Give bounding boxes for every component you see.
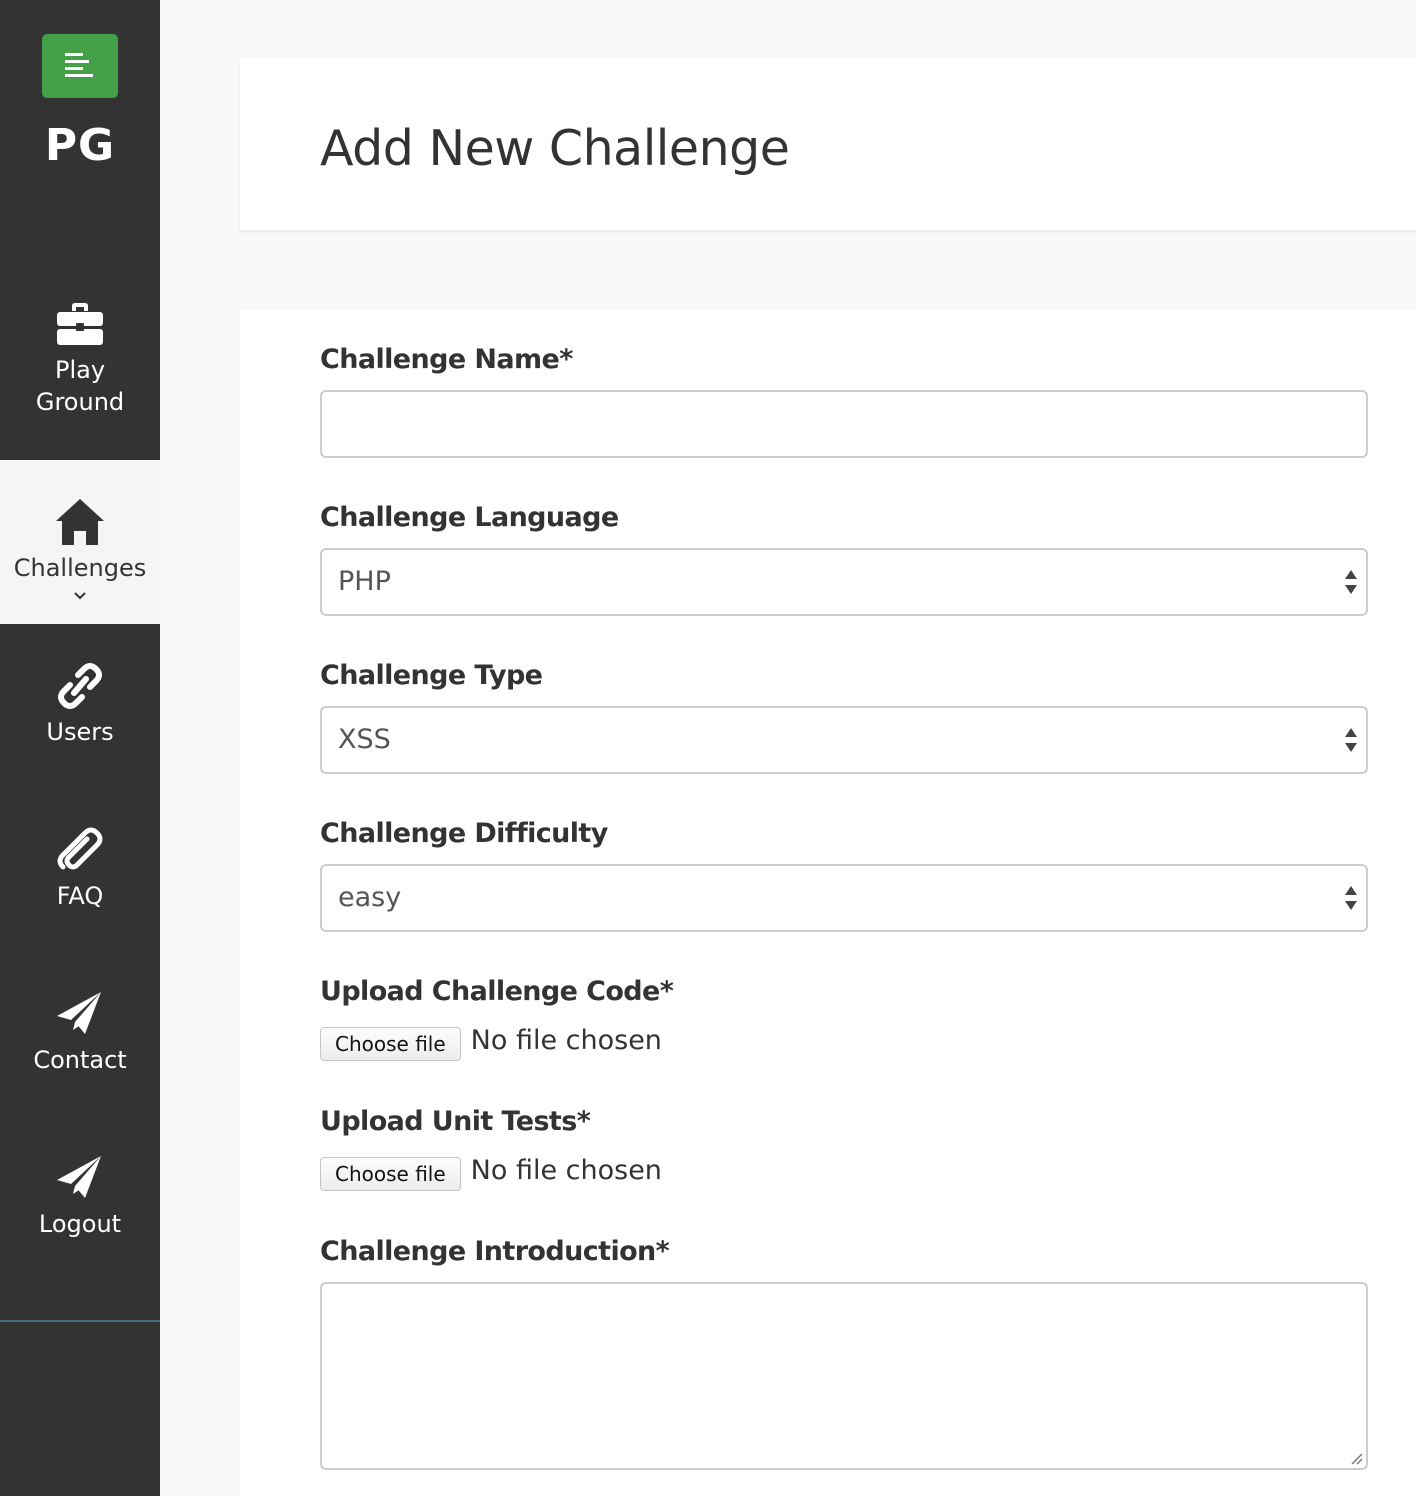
upload-tests-label: Upload Unit Tests* [320,1106,591,1137]
sidebar: PG Play Ground Challenges Users FAQ Cont… [0,0,160,1496]
sidebar-item-label: Play [54,356,106,384]
challenge-type-label: Challenge Type [320,660,543,691]
sidebar-item-label: Challenges [13,554,147,582]
challenge-name-label: Challenge Name* [320,344,573,375]
upload-code-field: Choose file No file chosen [320,1024,662,1062]
sidebar-divider [0,1320,160,1322]
upload-tests-field: Choose file No file chosen [320,1154,662,1192]
challenge-language-select[interactable]: PHP [320,548,1368,616]
challenge-intro-textarea[interactable] [320,1282,1368,1470]
challenge-type-select[interactable]: XSS [320,706,1368,774]
sidebar-item-playground[interactable]: Play Ground [0,300,160,418]
challenge-intro-label: Challenge Introduction* [320,1236,670,1267]
page-title: Add New Challenge [320,120,790,177]
sidebar-item-label: Ground [35,388,125,416]
choose-code-file-button[interactable]: Choose file [320,1027,461,1061]
upload-code-status: No file chosen [470,1024,662,1056]
challenge-difficulty-value: easy [338,882,402,913]
briefcase-icon [57,300,103,348]
brand-name[interactable]: PG [0,120,160,171]
sidebar-item-label: Users [46,718,114,746]
challenge-language-value: PHP [338,566,391,597]
select-arrows-icon [1345,886,1357,910]
link-icon [58,662,102,710]
paper-plane-icon [57,990,103,1038]
page-header: Add New Challenge [240,58,1416,230]
resize-handle-icon[interactable] [1348,1450,1364,1466]
challenge-difficulty-select[interactable]: easy [320,864,1368,932]
choose-tests-file-button[interactable]: Choose file [320,1157,461,1191]
select-arrows-icon [1345,570,1357,594]
sidebar-item-contact[interactable]: Contact [0,990,160,1076]
challenge-type-value: XSS [338,724,391,755]
select-arrows-icon [1345,728,1357,752]
upload-tests-status: No file chosen [470,1154,662,1186]
upload-code-label: Upload Challenge Code* [320,976,674,1007]
sidebar-item-label: Logout [38,1210,122,1238]
challenge-language-label: Challenge Language [320,502,619,533]
sidebar-item-logout[interactable]: Logout [0,1154,160,1240]
challenge-form: Challenge Name* Challenge Language PHP C… [240,310,1416,1496]
sidebar-item-label: Contact [33,1046,127,1074]
logo-icon[interactable] [42,34,118,98]
text-align-icon [65,53,93,77]
sidebar-item-challenges[interactable]: Challenges [0,460,160,624]
paper-plane-icon [57,1154,103,1202]
challenge-name-input[interactable] [320,390,1368,458]
challenge-difficulty-label: Challenge Difficulty [320,818,608,849]
chevron-down-icon [73,586,87,605]
paperclip-icon [57,826,103,874]
sidebar-item-faq[interactable]: FAQ [0,826,160,912]
home-icon [56,498,104,546]
sidebar-item-users[interactable]: Users [0,662,160,748]
sidebar-item-label: FAQ [56,882,104,910]
